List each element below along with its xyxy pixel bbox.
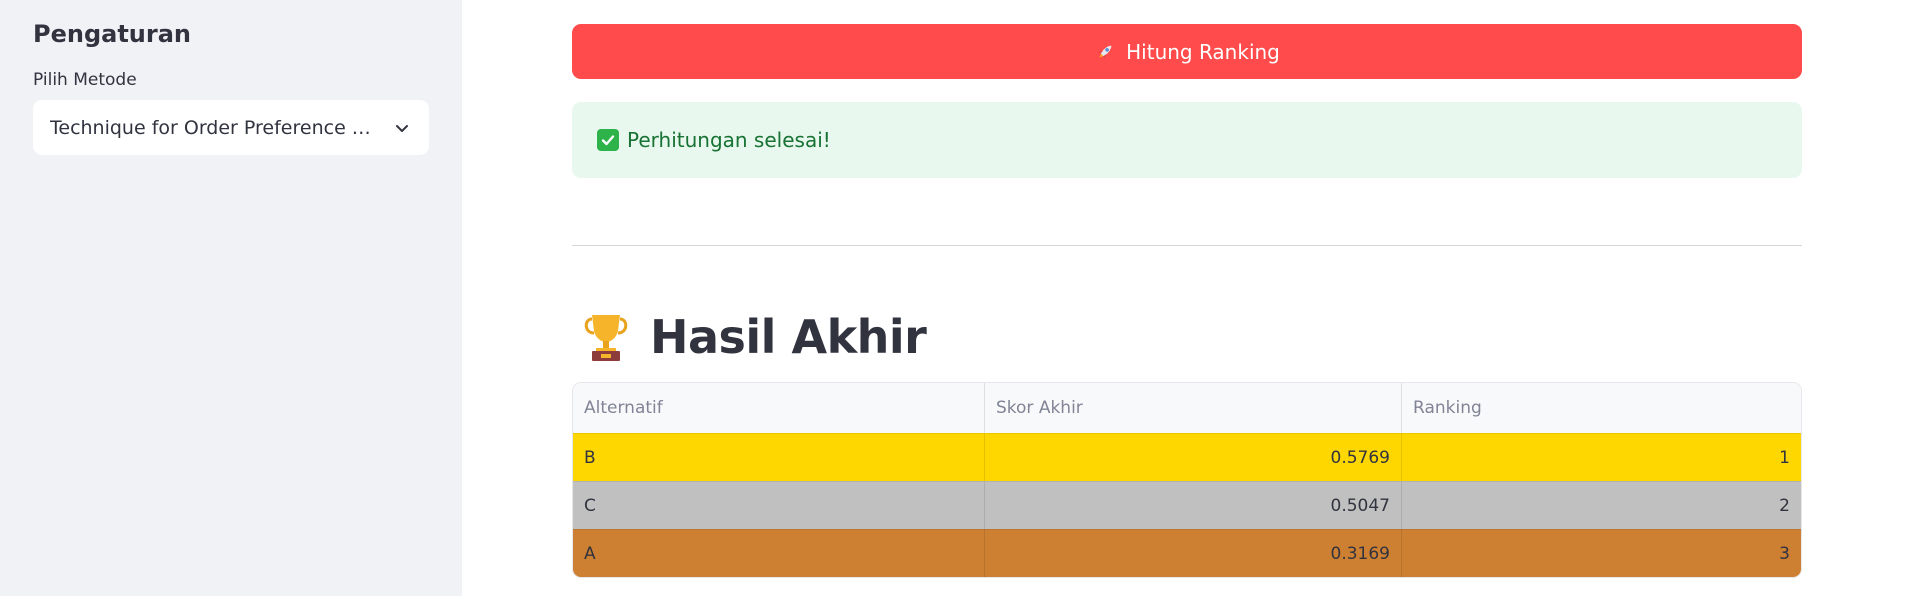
compute-ranking-button[interactable]: Hitung Ranking: [572, 24, 1802, 79]
cell-skor-akhir[interactable]: 0.5047: [984, 482, 1401, 529]
rocket-icon: [1094, 41, 1116, 63]
app-root: Pengaturan Pilih Metode Technique for Or…: [0, 0, 1919, 596]
table-row: C 0.5047 2: [573, 481, 1801, 529]
sidebar-title: Pengaturan: [33, 20, 192, 48]
column-header-alternatif[interactable]: Alternatif: [573, 383, 984, 433]
trophy-icon: [582, 311, 630, 363]
table-row: B 0.5769 1: [573, 433, 1801, 481]
result-heading: Hasil Akhir: [572, 310, 1802, 364]
success-alert: Perhitungan selesai!: [572, 102, 1802, 178]
result-heading-text: Hasil Akhir: [650, 310, 927, 364]
success-alert-text: Perhitungan selesai!: [627, 128, 831, 152]
compute-ranking-label: Hitung Ranking: [1126, 39, 1280, 64]
table-row: A 0.3169 3: [573, 529, 1801, 577]
cell-ranking[interactable]: 1: [1401, 434, 1801, 481]
column-header-skor-akhir[interactable]: Skor Akhir: [984, 383, 1401, 433]
result-table[interactable]: Alternatif Skor Akhir Ranking B 0.5769 1…: [572, 382, 1802, 578]
cell-alternatif[interactable]: A: [573, 530, 984, 577]
method-select[interactable]: Technique for Order Preference by Simila…: [33, 100, 429, 155]
cell-alternatif[interactable]: B: [573, 434, 984, 481]
method-select-value: Technique for Order Preference by Simila…: [50, 116, 380, 139]
main-area: Hitung Ranking Perhitungan selesai! Hasi…: [462, 0, 1919, 596]
table-header-row: Alternatif Skor Akhir Ranking: [573, 383, 1801, 433]
cell-skor-akhir[interactable]: 0.3169: [984, 530, 1401, 577]
main-content: Hitung Ranking Perhitungan selesai! Hasi…: [572, 24, 1802, 578]
check-mark-icon: [597, 129, 619, 151]
chevron-down-icon: [392, 118, 412, 138]
cell-skor-akhir[interactable]: 0.5769: [984, 434, 1401, 481]
cell-ranking[interactable]: 2: [1401, 482, 1801, 529]
cell-alternatif[interactable]: C: [573, 482, 984, 529]
column-header-ranking[interactable]: Ranking: [1401, 383, 1801, 433]
cell-ranking[interactable]: 3: [1401, 530, 1801, 577]
sidebar: Pengaturan Pilih Metode Technique for Or…: [0, 0, 462, 596]
divider: [572, 245, 1802, 246]
method-label: Pilih Metode: [33, 70, 137, 90]
